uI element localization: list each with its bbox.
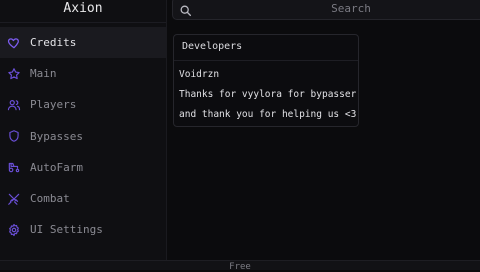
footer-bar: Free xyxy=(0,260,480,272)
card-divider xyxy=(174,60,358,61)
search-bar[interactable]: Search xyxy=(172,0,480,20)
app-title: Axion xyxy=(0,0,166,23)
sidebar-item-label: Players xyxy=(30,98,77,112)
sidebar-item-ui-settings[interactable]: UI Settings xyxy=(0,214,166,245)
card-title: Developers xyxy=(182,41,243,52)
footer-label: Free xyxy=(229,262,251,272)
card-line: Thanks for vyylora for bypasser xyxy=(179,89,357,100)
sidebar-item-label: Combat xyxy=(30,192,70,206)
developers-card: Developers Voidrzn Thanks for vyylora fo… xyxy=(173,34,359,127)
sidebar-item-players[interactable]: Players xyxy=(0,89,166,120)
sidebar-item-label: Main xyxy=(30,67,57,81)
swords-icon xyxy=(7,192,21,206)
search-input[interactable]: Search xyxy=(173,2,480,15)
users-icon xyxy=(7,98,21,112)
sidebar-item-autofarm[interactable]: AutoFarm xyxy=(0,152,166,183)
sidebar-item-credits[interactable]: Credits xyxy=(0,27,166,59)
sidebar-nav: Credits Main Players Bypasses AutoFarm C… xyxy=(0,27,166,245)
star-icon xyxy=(7,67,21,81)
sidebar-item-label: Bypasses xyxy=(30,129,83,143)
tractor-icon xyxy=(7,160,21,174)
sidebar-item-combat[interactable]: Combat xyxy=(0,183,166,214)
shield-icon xyxy=(7,129,21,143)
gear-icon xyxy=(7,223,21,237)
sidebar-item-label: Credits xyxy=(30,36,77,50)
heart-icon xyxy=(7,36,21,50)
sidebar: Axion Credits Main Players Bypasses Auto… xyxy=(0,0,167,260)
card-line: Voidrzn xyxy=(179,69,220,80)
sidebar-item-label: UI Settings xyxy=(30,223,103,237)
sidebar-item-label: AutoFarm xyxy=(30,160,83,174)
sidebar-item-main[interactable]: Main xyxy=(0,58,166,89)
sidebar-item-bypasses[interactable]: Bypasses xyxy=(0,121,166,152)
card-line: and thank you for helping us <3 xyxy=(179,109,357,120)
